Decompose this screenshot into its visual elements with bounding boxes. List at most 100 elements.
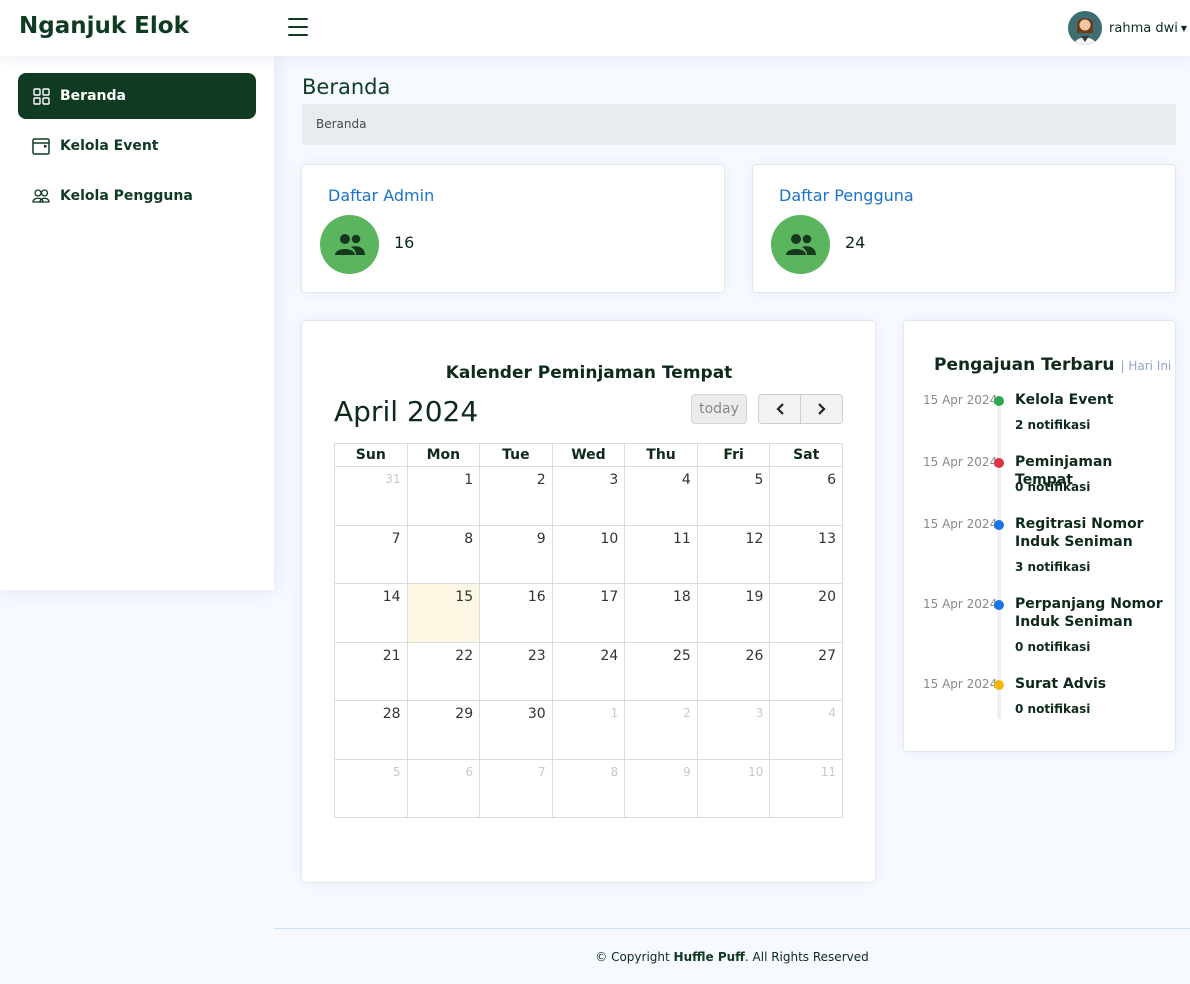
status-dot (994, 600, 1004, 610)
calendar-day[interactable]: 30 (479, 700, 553, 760)
today-button[interactable]: today (691, 394, 747, 424)
calendar-day[interactable]: 3 (696, 700, 771, 760)
status-dot (994, 396, 1004, 406)
sidebar: Beranda Kelola Event Kelola Pengguna (0, 56, 274, 590)
weekday-header: Wed (551, 443, 626, 467)
grid-icon (32, 87, 50, 105)
timeline-title: Pengajuan Terbaru | Hari Ini (934, 355, 1171, 375)
footer-prefix: © Copyright (595, 950, 670, 964)
calendar-day[interactable]: 29 (406, 700, 481, 760)
calendar-day[interactable]: 1 (551, 700, 626, 760)
calendar-day[interactable]: 6 (406, 758, 481, 818)
footer-suffix: . All Rights Reserved (744, 950, 869, 964)
timeline-name: Regitrasi Nomor Induk Seniman (1015, 516, 1144, 550)
calendar-day[interactable]: 1 (406, 466, 481, 526)
footer: © Copyright Huffle Puff. All Rights Rese… (274, 950, 1190, 964)
calendar-day[interactable]: 10 (551, 524, 626, 584)
calendar-day[interactable]: 23 (479, 641, 553, 701)
user-stat-card: Daftar Pengguna 24 (752, 164, 1176, 293)
calendar-day[interactable]: 28 (334, 700, 408, 760)
calendar-day[interactable]: 4 (624, 466, 698, 526)
hamburger-icon[interactable] (288, 18, 308, 38)
admin-stat-card: Daftar Admin 16 (301, 164, 725, 293)
weekday-header: Sun (334, 443, 408, 467)
top-header: Nganjuk Elok rahma dwi ▼ (0, 0, 1190, 56)
timeline-count: 2 notifikasi (1015, 418, 1091, 432)
calendar-day[interactable]: 16 (479, 583, 553, 643)
calendar-day[interactable]: 20 (769, 583, 843, 643)
calendar-day[interactable]: 8 (551, 758, 626, 818)
calendar-day-today[interactable]: 15 (406, 583, 481, 643)
stat-value: 24 (845, 233, 866, 252)
calendar-day[interactable]: 7 (334, 524, 408, 584)
calendar-day[interactable]: 13 (769, 524, 843, 584)
calendar-day[interactable]: 21 (334, 641, 408, 701)
sidebar-item-kelola-event[interactable]: Kelola Event (18, 123, 256, 169)
breadcrumb-item[interactable]: Beranda (316, 117, 366, 131)
calendar-day[interactable]: 8 (406, 524, 481, 584)
sidebar-item-beranda[interactable]: Beranda (18, 73, 256, 119)
calendar-day[interactable]: 24 (551, 641, 626, 701)
prev-month-button[interactable] (758, 394, 801, 424)
calendar-day[interactable]: 22 (406, 641, 481, 701)
users-icon (771, 215, 830, 274)
calendar-day[interactable]: 18 (624, 583, 698, 643)
page-title: Beranda (302, 75, 391, 99)
stat-title[interactable]: Daftar Admin (328, 186, 434, 205)
sidebar-item-label: Kelola Event (60, 138, 159, 154)
caret-down-icon[interactable]: ▼ (1181, 24, 1187, 33)
status-dot (994, 520, 1004, 530)
timeline-date: 15 Apr 2024 (923, 597, 998, 611)
calendar-day[interactable]: 2 (624, 700, 698, 760)
weekday-header: Tue (479, 443, 553, 467)
calendar-day[interactable]: 27 (769, 641, 843, 701)
calendar-card: Kalender Peminjaman Tempat April 2024 to… (301, 320, 876, 883)
calendar-day[interactable]: 3 (551, 466, 626, 526)
timeline-name: Perpanjang Nomor Induk Seniman (1015, 596, 1163, 630)
calendar-day[interactable]: 2 (479, 466, 553, 526)
timeline-count: 0 notifikasi (1015, 640, 1091, 654)
calendar-day[interactable]: 10 (696, 758, 771, 818)
profile-menu[interactable]: rahma dwi ▼ (1068, 11, 1187, 45)
calendar-icon (32, 137, 50, 155)
calendar-day[interactable]: 25 (624, 641, 698, 701)
status-dot (994, 680, 1004, 690)
calendar-day[interactable]: 4 (769, 700, 843, 760)
calendar-day[interactable]: 6 (769, 466, 843, 526)
calendar-day[interactable]: 26 (696, 641, 771, 701)
timeline-date: 15 Apr 2024 (923, 393, 998, 407)
calendar-heading: Kalender Peminjaman Tempat (445, 363, 733, 383)
timeline-title-text: Pengajuan Terbaru (934, 355, 1115, 375)
next-month-button[interactable] (800, 394, 843, 424)
sidebar-item-kelola-pengguna[interactable]: Kelola Pengguna (18, 173, 256, 219)
calendar-day[interactable]: 12 (696, 524, 771, 584)
footer-divider (274, 928, 1190, 929)
sidebar-item-label: Beranda (60, 88, 126, 104)
chevron-right-icon (817, 400, 827, 419)
calendar-day[interactable]: 9 (624, 758, 698, 818)
calendar-day[interactable]: 9 (479, 524, 553, 584)
calendar-day[interactable]: 11 (624, 524, 698, 584)
sidebar-item-label: Kelola Pengguna (60, 188, 193, 204)
timeline-date: 15 Apr 2024 (923, 517, 998, 531)
weekday-header: Mon (406, 443, 481, 467)
brand-logo[interactable]: Nganjuk Elok (19, 13, 189, 39)
timeline-count: 0 notifikasi (1015, 702, 1091, 716)
calendar-day[interactable]: 5 (696, 466, 771, 526)
timeline-count: 0 notifikasi (1015, 480, 1091, 494)
people-icon (32, 187, 50, 205)
avatar[interactable] (1068, 11, 1103, 45)
calendar-day[interactable]: 11 (769, 758, 843, 818)
recent-submissions-card: Pengajuan Terbaru | Hari Ini 15 Apr 2024… (903, 320, 1176, 752)
username[interactable]: rahma dwi (1109, 21, 1178, 36)
calendar-day[interactable]: 31 (334, 466, 408, 526)
calendar-day[interactable]: 17 (551, 583, 626, 643)
timeline-date: 15 Apr 2024 (923, 455, 998, 469)
stat-title[interactable]: Daftar Pengguna (779, 186, 914, 205)
calendar-day[interactable]: 19 (696, 583, 771, 643)
timeline-subtitle: | Hari Ini (1120, 359, 1172, 373)
calendar-day[interactable]: 14 (334, 583, 408, 643)
calendar-day[interactable]: 5 (334, 758, 408, 818)
calendar-day[interactable]: 7 (479, 758, 553, 818)
stat-value: 16 (394, 233, 415, 252)
